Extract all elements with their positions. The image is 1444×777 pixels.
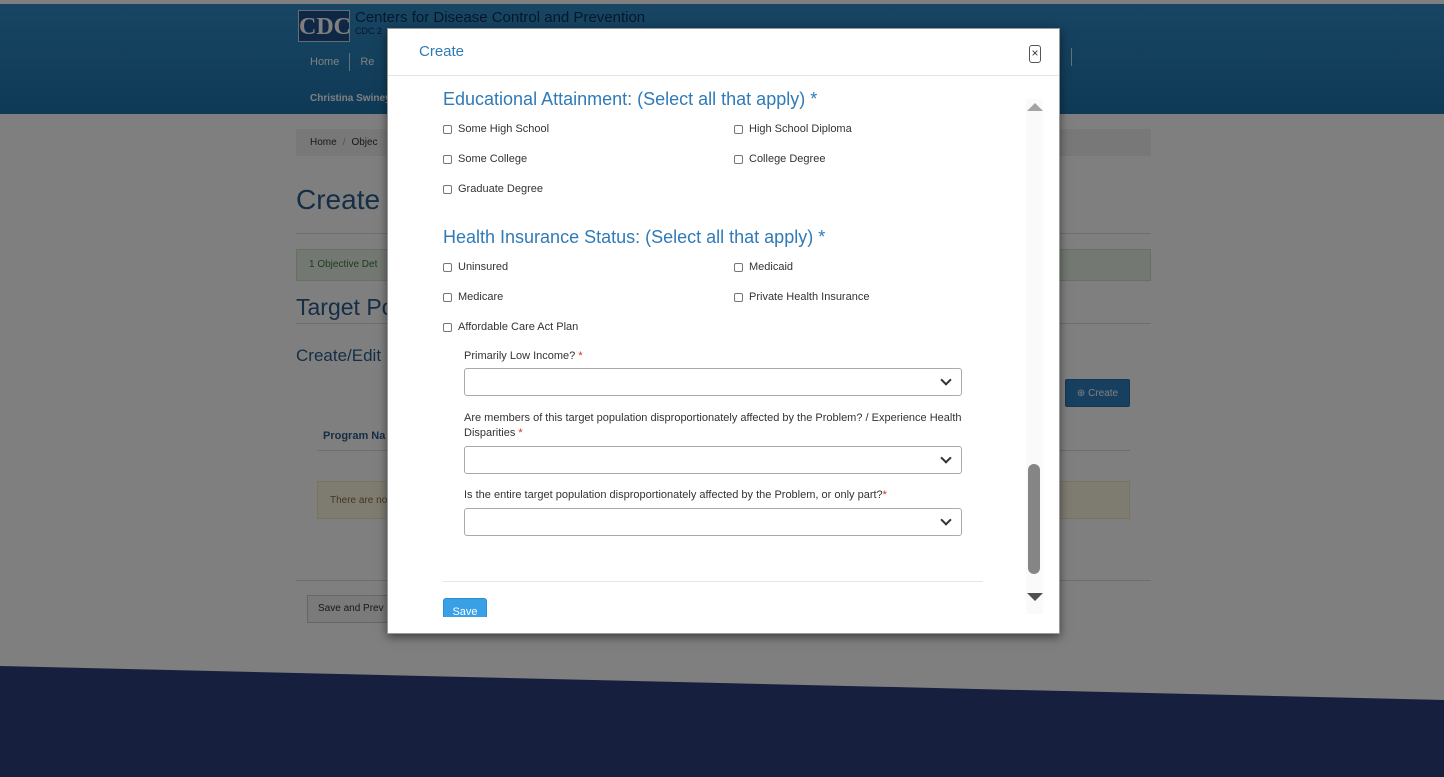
- checkbox-icon[interactable]: [443, 184, 452, 194]
- modal-title: Create: [419, 43, 465, 60]
- modal-header: Create ×: [388, 29, 1059, 76]
- entire-population-select[interactable]: [464, 508, 962, 536]
- checkbox-some-high-school[interactable]: Some High School: [443, 123, 549, 135]
- required-marker: *: [882, 489, 887, 501]
- checkbox-icon[interactable]: [734, 154, 743, 164]
- chevron-down-icon: [940, 452, 952, 464]
- checkbox-graduate-degree[interactable]: Graduate Degree: [443, 183, 543, 195]
- checkbox-high-school-diploma[interactable]: High School Diploma: [734, 123, 852, 135]
- disparities-select[interactable]: [464, 446, 962, 474]
- divider: [443, 581, 983, 582]
- checkbox-some-college[interactable]: Some College: [443, 153, 527, 165]
- scroll-thumb[interactable]: [1028, 464, 1040, 574]
- checkbox-icon[interactable]: [443, 292, 452, 302]
- required-marker: *: [578, 350, 583, 362]
- required-marker: *: [518, 427, 523, 439]
- checkbox-medicare[interactable]: Medicare: [443, 291, 503, 303]
- checkbox-affordable-care-act-plan[interactable]: Affordable Care Act Plan: [443, 321, 578, 333]
- save-button[interactable]: Save: [443, 598, 487, 617]
- scroll-down-icon[interactable]: [1027, 593, 1043, 601]
- entire-population-label: Is the entire target population dispropo…: [464, 489, 887, 501]
- checkbox-icon[interactable]: [734, 124, 743, 134]
- chevron-down-icon: [940, 374, 952, 386]
- close-icon[interactable]: ×: [1029, 45, 1041, 63]
- checkbox-icon[interactable]: [443, 262, 452, 272]
- checkbox-icon[interactable]: [443, 322, 452, 332]
- modal-body: Educational Attainment: (Select all that…: [388, 77, 1059, 617]
- checkbox-icon[interactable]: [734, 262, 743, 272]
- checkbox-medicaid[interactable]: Medicaid: [734, 261, 793, 273]
- checkbox-college-degree[interactable]: College Degree: [734, 153, 825, 165]
- disparities-label: Are members of this target population di…: [464, 412, 962, 439]
- insurance-title: Health Insurance Status: (Select all tha…: [443, 227, 826, 247]
- create-modal: Create × Educational Attainment: (Select…: [387, 28, 1060, 634]
- chevron-down-icon: [940, 514, 952, 526]
- checkbox-uninsured[interactable]: Uninsured: [443, 261, 508, 273]
- checkbox-private-health-insurance[interactable]: Private Health Insurance: [734, 291, 869, 303]
- checkbox-icon[interactable]: [443, 124, 452, 134]
- low-income-label: Primarily Low Income? *: [464, 350, 583, 362]
- education-title: Educational Attainment: (Select all that…: [443, 89, 818, 109]
- checkbox-icon[interactable]: [734, 292, 743, 302]
- modal-scrollbar[interactable]: [1026, 99, 1043, 614]
- scroll-up-icon[interactable]: [1027, 103, 1043, 111]
- low-income-select[interactable]: [464, 368, 962, 396]
- checkbox-icon[interactable]: [443, 154, 452, 164]
